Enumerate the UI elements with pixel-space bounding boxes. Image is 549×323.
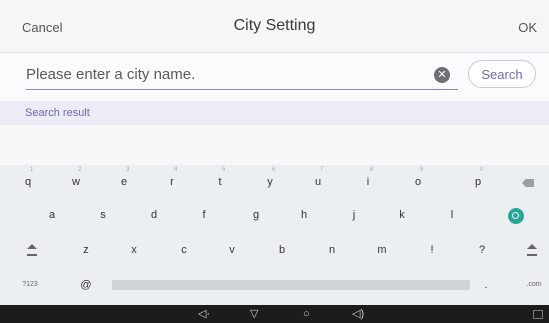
key-y[interactable]: y6 [250, 167, 290, 197]
key-a[interactable]: a [32, 200, 72, 230]
key-s[interactable]: s [83, 200, 123, 230]
page-title: City Setting [233, 17, 316, 34]
shift-icon[interactable] [527, 244, 537, 256]
header-bar: Cancel City Setting OK [0, 0, 549, 53]
spacebar[interactable] [112, 280, 470, 290]
key-c[interactable]: c [164, 235, 204, 265]
home-icon[interactable]: ○ [303, 307, 310, 321]
key-v[interactable]: v [212, 235, 252, 265]
city-search-input[interactable] [26, 61, 426, 87]
recents-icon[interactable] [533, 310, 543, 319]
clear-icon[interactable]: ✕ [434, 67, 450, 83]
key-t[interactable]: t5 [200, 167, 240, 197]
key-d[interactable]: d [134, 200, 174, 230]
volume-down-icon[interactable]: ◁· [198, 307, 210, 321]
key-i[interactable]: i8 [348, 167, 388, 197]
key-b[interactable]: b [262, 235, 302, 265]
key-w[interactable]: w2 [56, 167, 96, 197]
key-question[interactable]: ? [462, 235, 502, 265]
key-x[interactable]: x [114, 235, 154, 265]
search-row: ✕ Search [0, 53, 549, 101]
search-result-label: Search result [25, 107, 90, 119]
key-m[interactable]: m [362, 235, 402, 265]
ok-button[interactable]: OK [518, 20, 537, 35]
key-period[interactable]: . [466, 270, 506, 300]
key-q[interactable]: q1 [8, 167, 48, 197]
key-u[interactable]: u7 [298, 167, 338, 197]
key-h[interactable]: h [284, 200, 324, 230]
search-icon[interactable] [508, 208, 524, 224]
key-r[interactable]: r4 [152, 167, 192, 197]
results-list [0, 125, 549, 165]
system-nav-bar: ◁· ▽ ○ ◁) [0, 305, 549, 323]
key-symbols[interactable]: ?123 [10, 270, 50, 300]
key-p[interactable]: p0 [458, 167, 498, 197]
key-g[interactable]: g [236, 200, 276, 230]
key-at[interactable]: @ [66, 270, 106, 300]
key-exclamation[interactable]: ! [412, 235, 452, 265]
search-button[interactable]: Search [468, 60, 536, 88]
search-field-wrap: ✕ [26, 61, 458, 90]
key-l[interactable]: l [432, 200, 472, 230]
key-z[interactable]: z [66, 235, 106, 265]
key-n[interactable]: n [312, 235, 352, 265]
shift-icon[interactable] [27, 244, 37, 256]
key-e[interactable]: e3 [104, 167, 144, 197]
back-icon[interactable]: ▽ [250, 307, 258, 321]
key-o[interactable]: o9 [398, 167, 438, 197]
search-result-header: Search result [0, 101, 549, 125]
key-k[interactable]: k [382, 200, 422, 230]
volume-up-icon[interactable]: ◁) [352, 307, 364, 321]
key-com[interactable]: .com [514, 270, 549, 300]
key-j[interactable]: j [334, 200, 374, 230]
key-f[interactable]: f [184, 200, 224, 230]
